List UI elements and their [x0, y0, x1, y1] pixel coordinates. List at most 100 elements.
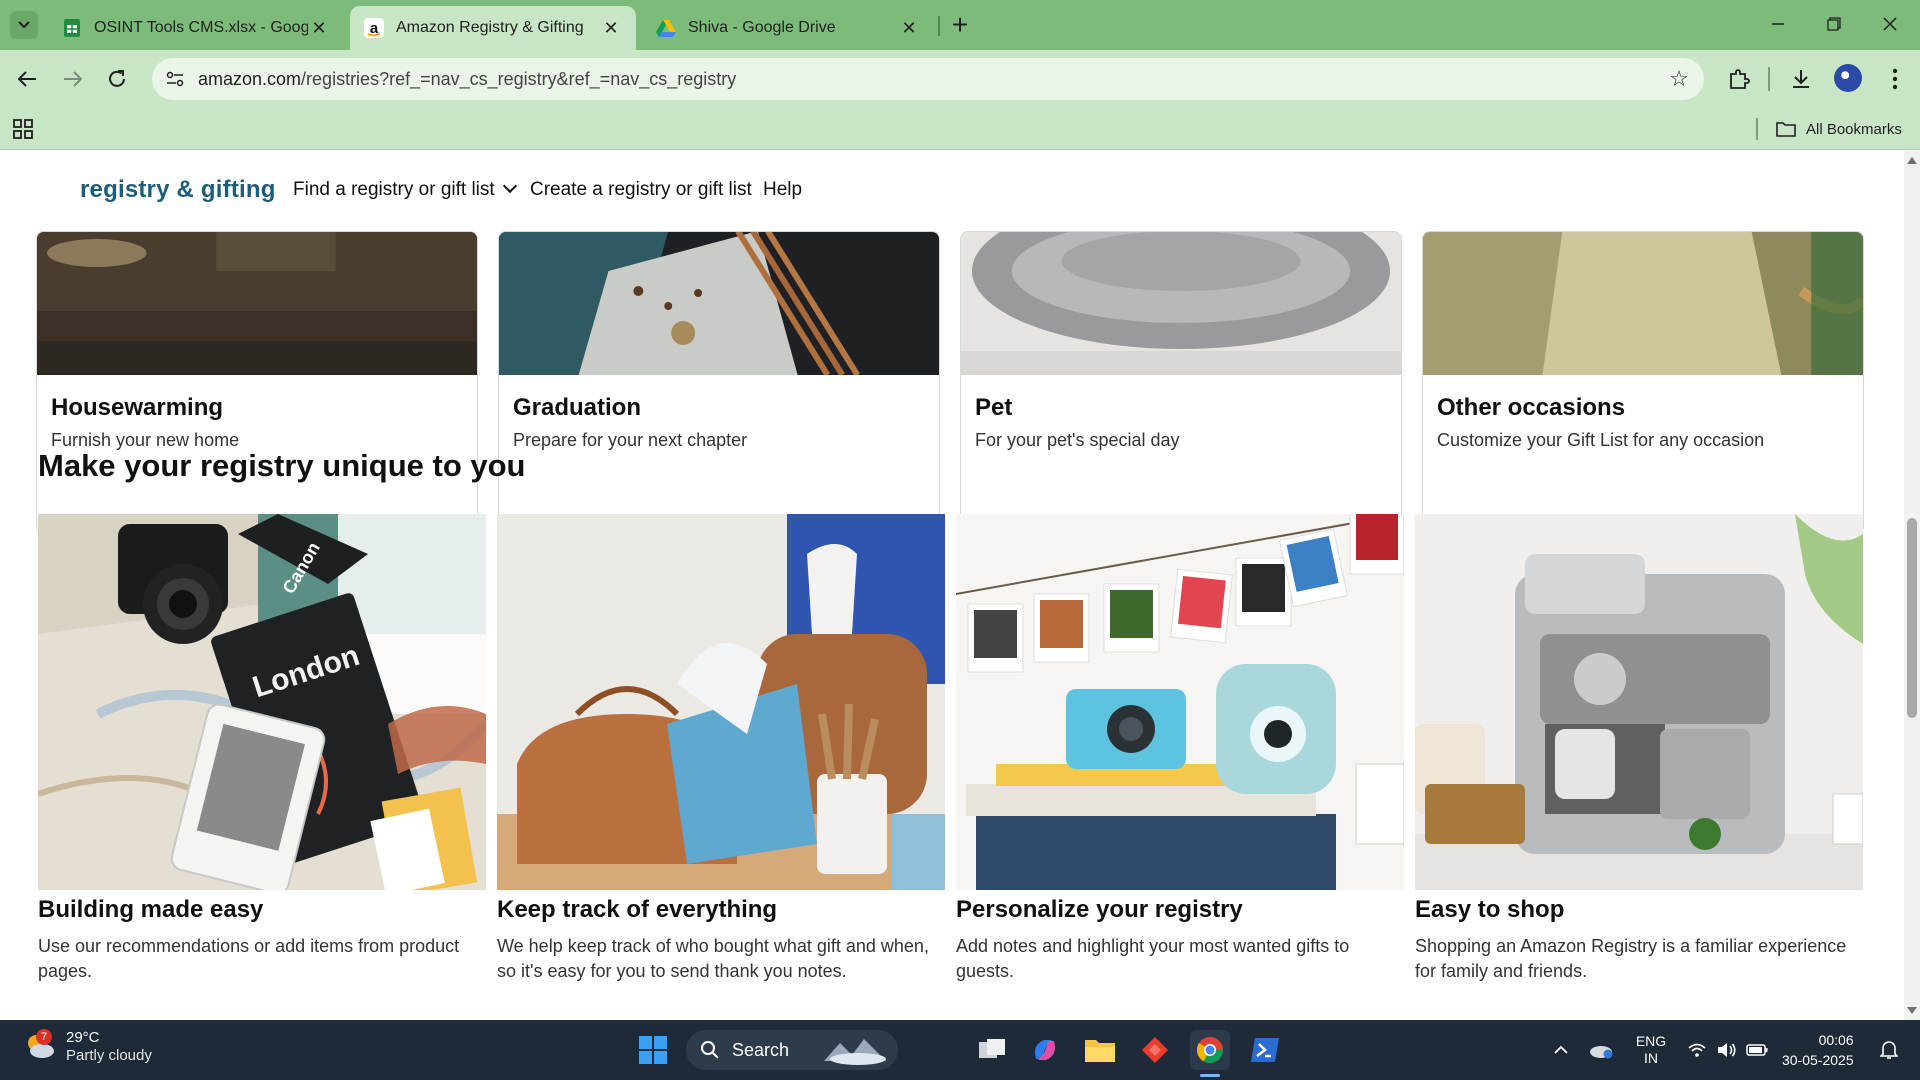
copilot-icon[interactable] [1025, 1030, 1065, 1070]
taskbar-clock[interactable]: 00:06 30-05-2025 [1782, 1030, 1854, 1070]
tab-amazon-registry[interactable]: a Amazon Registry & Gifting ✕ [350, 6, 636, 50]
onedrive-icon[interactable] [1586, 1030, 1616, 1070]
download-icon[interactable] [1784, 62, 1818, 96]
taskbar-search-label: Search [732, 1039, 790, 1060]
find-registry-menu[interactable]: Find a registry or gift list [293, 178, 517, 201]
search-highlight-image [824, 1039, 886, 1065]
tab-title: Amazon Registry & Gifting [396, 19, 584, 36]
bookmarks-bar: All Bookmarks [0, 108, 1920, 150]
sheets-icon [62, 18, 82, 38]
anydesk-icon[interactable] [1135, 1030, 1175, 1070]
feature-keep-track: Keep track of everything We help keep tr… [497, 514, 945, 984]
tab-osint-sheet[interactable]: OSINT Tools CMS.xlsx - Google ✕ [48, 6, 344, 50]
profile-avatar[interactable] [1834, 64, 1862, 92]
occasion-desc: Customize your Gift List for any occasio… [1437, 430, 1765, 450]
feature-desc: Shopping an Amazon Registry is a familia… [1415, 936, 1847, 981]
tab-title: OSINT Tools CMS.xlsx - Google [94, 19, 308, 36]
back-icon[interactable] [10, 62, 44, 96]
building-photo: Canon London [38, 514, 486, 890]
scrollbar-thumb[interactable] [1907, 518, 1917, 718]
occasion-name: Housewarming [51, 394, 224, 421]
feature-desc: Use our recommendations or add items fro… [38, 936, 460, 981]
file-explorer-icon[interactable] [1080, 1030, 1120, 1070]
address-bar[interactable]: amazon.com/registries?ref_=nav_cs_regist… [152, 58, 1704, 100]
url-path: /registries?ref_=nav_cs_registry&ref_=na… [301, 68, 737, 89]
close-window-icon[interactable] [1862, 0, 1918, 48]
easy-shop-photo [1415, 514, 1863, 890]
weather-icon: 7 [22, 1029, 58, 1065]
occasion-card-graduation[interactable]: Graduation Prepare for your next chapter [498, 231, 940, 535]
unique-section-title: Make your registry unique to you [38, 448, 526, 483]
help-link[interactable]: Help [763, 179, 802, 201]
chevron-up-icon[interactable] [1548, 1030, 1574, 1070]
taskbar-search[interactable]: Search [686, 1030, 898, 1070]
search-icon [701, 1041, 719, 1059]
occasion-card-other[interactable]: Other occasions Customize your Gift List… [1422, 231, 1864, 535]
weather-condition: Partly cloudy [66, 1047, 152, 1064]
feature-building: Canon London Building made easy Use our … [38, 514, 486, 984]
minimize-icon[interactable] [1750, 0, 1806, 48]
weather-widget[interactable]: 7 29°C Partly cloudy [22, 1029, 152, 1065]
occasion-name: Graduation [513, 394, 642, 421]
apps-grid-icon[interactable] [12, 118, 34, 140]
task-view-icon[interactable] [972, 1030, 1012, 1070]
battery-icon[interactable] [1744, 1030, 1770, 1070]
toolbar-separator [1768, 67, 1770, 91]
menu-dots-icon[interactable] [1878, 62, 1912, 96]
reload-icon[interactable] [100, 62, 134, 96]
all-bookmarks-label: All Bookmarks [1806, 120, 1902, 138]
forward-icon[interactable] [56, 62, 90, 96]
page-scrollbar[interactable] [1904, 151, 1920, 1020]
notifications-icon[interactable] [1874, 1030, 1904, 1070]
scroll-up-icon[interactable] [1907, 157, 1917, 164]
clock-time: 00:06 [1818, 1032, 1854, 1048]
registry-subnav: registry & gifting Find a registry or gi… [0, 151, 1904, 231]
registry-brand-link[interactable]: registry & gifting [80, 176, 276, 204]
close-tab-icon[interactable]: ✕ [600, 17, 622, 39]
feature-desc: We help keep track of who bought what gi… [497, 936, 929, 981]
create-registry-link[interactable]: Create a registry or gift list [530, 179, 752, 201]
chrome-taskbar-icon[interactable] [1190, 1030, 1230, 1070]
url-host: amazon.com [198, 68, 302, 89]
tab-google-drive[interactable]: Shiva - Google Drive ✕ [642, 6, 934, 50]
drive-icon [656, 18, 676, 38]
tab-strip: OSINT Tools CMS.xlsx - Google ✕ a Amazon… [0, 0, 1920, 50]
occasion-card-pet[interactable]: Pet For your pet's special day [960, 231, 1402, 535]
site-info-icon[interactable] [164, 68, 186, 90]
extensions-icon[interactable] [1722, 62, 1756, 96]
windows-taskbar: 7 29°C Partly cloudy Search ENG IN 00:06… [0, 1020, 1920, 1080]
windows-start-icon[interactable] [633, 1030, 673, 1070]
bookmarks-separator [1756, 118, 1758, 140]
feature-easy-shop: Easy to shop Shopping an Amazon Registry… [1415, 514, 1863, 984]
page-viewport: registry & gifting Find a registry or gi… [0, 151, 1904, 1020]
close-tab-icon[interactable]: ✕ [308, 17, 330, 39]
graduation-image [499, 232, 939, 375]
feature-title: Building made easy [38, 896, 264, 923]
language-indicator[interactable]: ENG IN [1628, 1030, 1674, 1070]
weather-temp: 29°C [66, 1029, 100, 1046]
volume-icon[interactable] [1714, 1030, 1740, 1070]
occasion-desc: Prepare for your next chapter [513, 430, 748, 450]
bookmark-star-icon[interactable]: ☆ [1662, 62, 1696, 96]
wifi-icon[interactable] [1684, 1030, 1710, 1070]
occasion-desc: For your pet's special day [975, 430, 1180, 450]
weather-alert-badge: 7 [36, 1029, 52, 1045]
feature-desc: Add notes and highlight your most wanted… [956, 936, 1350, 981]
all-bookmarks-button[interactable]: All Bookmarks [1776, 118, 1902, 140]
new-tab-button[interactable]: + [945, 9, 975, 40]
restore-icon[interactable] [1806, 0, 1862, 48]
language-region: IN [1644, 1050, 1658, 1066]
find-registry-label: Find a registry or gift list [293, 179, 495, 200]
keep-track-photo [497, 514, 945, 890]
powershell-icon[interactable] [1245, 1030, 1285, 1070]
feature-personalize: Personalize your registry Add notes and … [956, 514, 1404, 984]
scroll-down-icon[interactable] [1907, 1007, 1917, 1014]
amazon-icon: a [364, 18, 384, 38]
chevron-down-icon [18, 21, 30, 29]
occasion-card-housewarming[interactable]: Housewarming Furnish your new home [36, 231, 478, 535]
tab-search-button[interactable] [10, 11, 38, 39]
clock-date: 30-05-2025 [1782, 1052, 1854, 1068]
close-tab-icon[interactable]: ✕ [898, 17, 920, 39]
occasion-name: Pet [975, 394, 1013, 421]
browser-toolbar: amazon.com/registries?ref_=nav_cs_regist… [0, 50, 1920, 108]
